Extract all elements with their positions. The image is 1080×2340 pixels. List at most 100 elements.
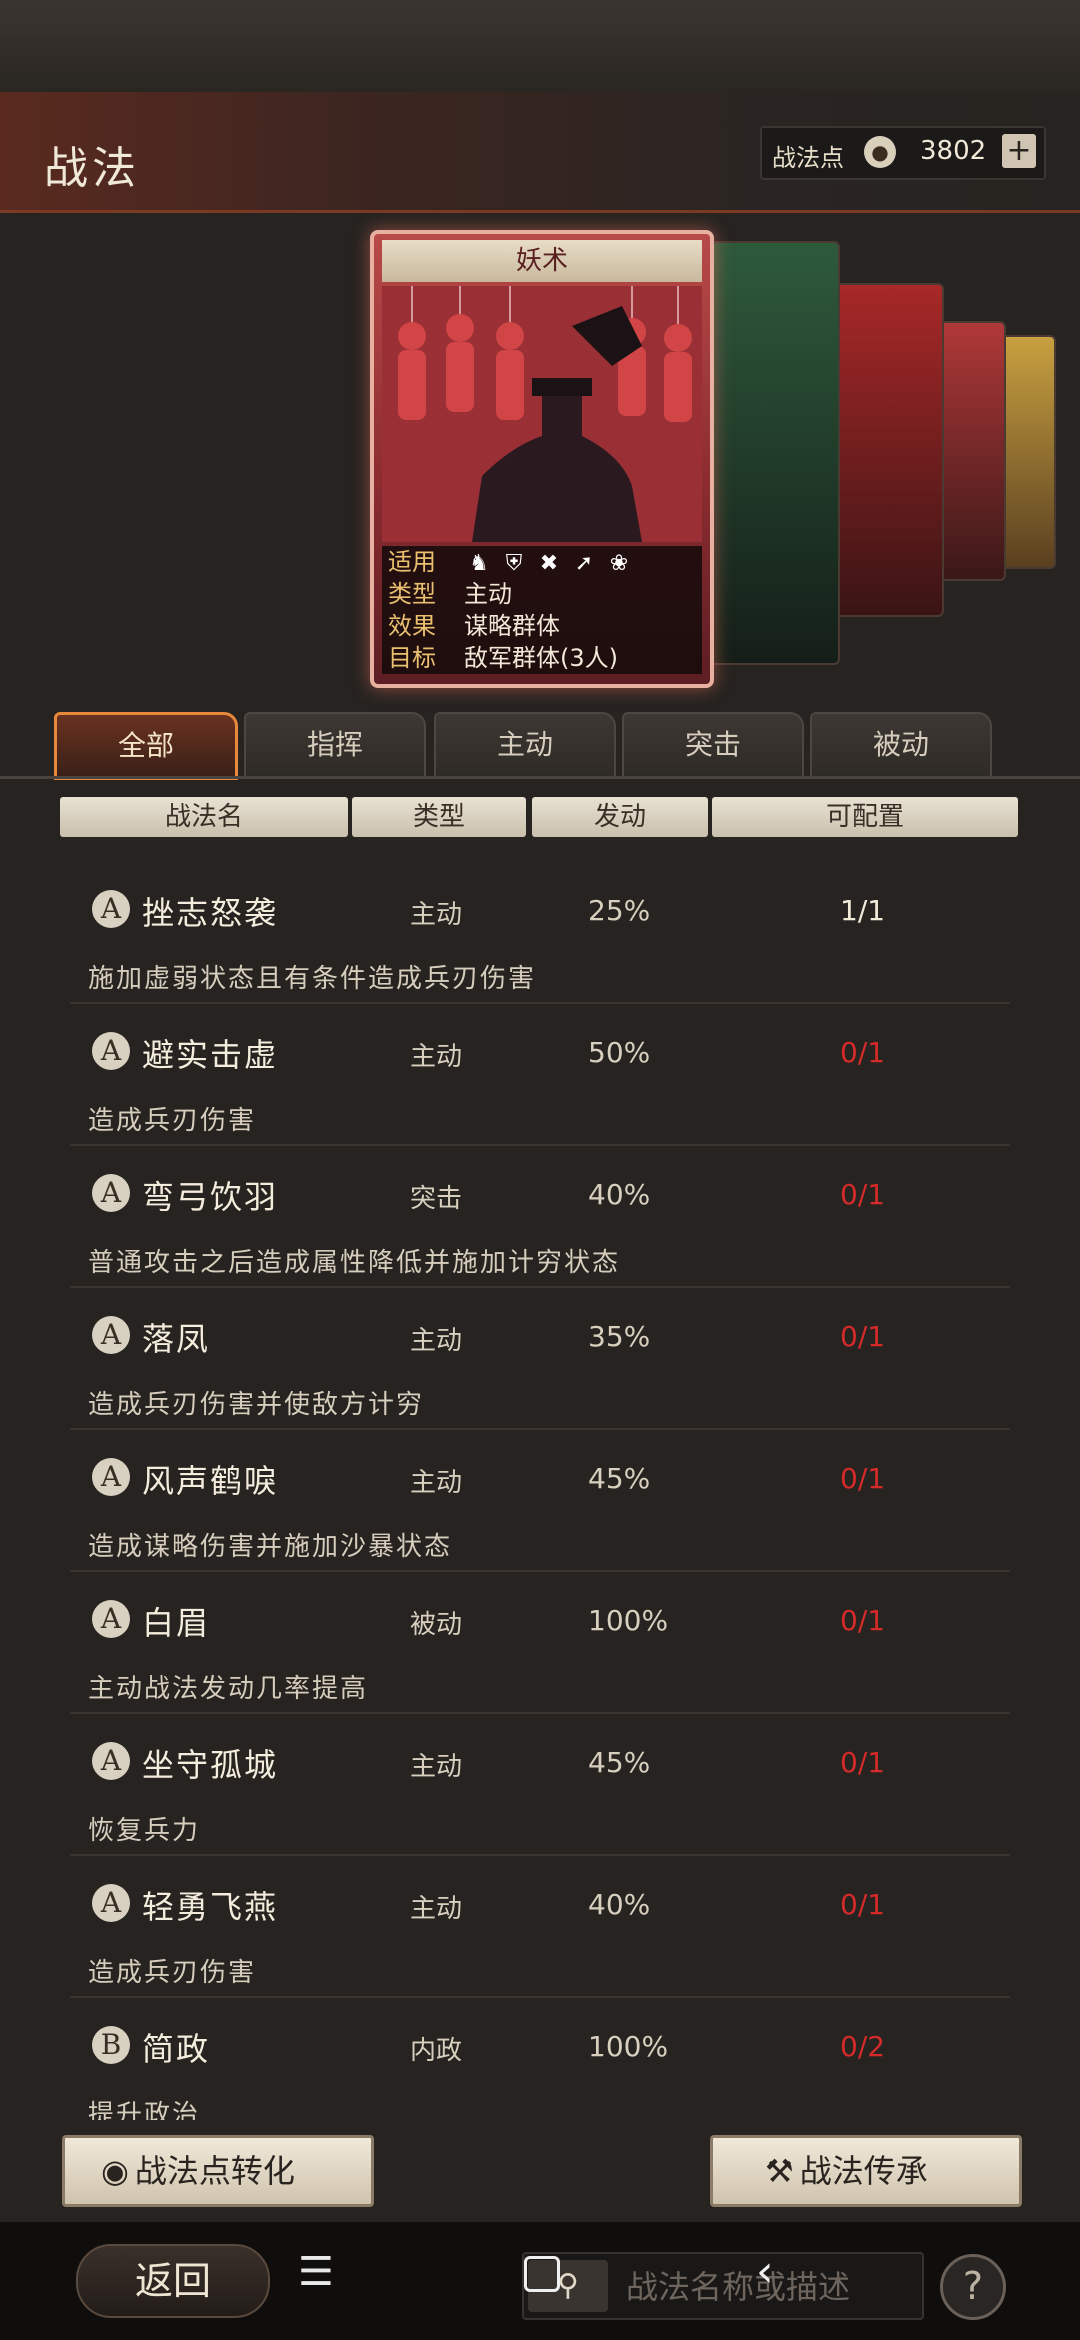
- skill-rate: 100%: [588, 1604, 669, 1637]
- skill-type: 主动: [410, 1468, 463, 1498]
- skill-type: 主动: [410, 1894, 463, 1924]
- skill-row[interactable]: A 挫志怒袭 主动 25% 1/1 施加虚弱状态且有条件造成兵刃伤害: [70, 860, 1010, 1004]
- bottom-bar: 返回 ☰ ⚲ ‹ ?: [0, 2222, 1080, 2340]
- skill-name: 弯弓饮羽: [142, 1178, 279, 1216]
- spear-icon: ➚: [574, 551, 594, 576]
- card-info-row: 效果 谋略群体: [382, 610, 702, 642]
- shield-icon: ⛨: [505, 551, 523, 576]
- recent-apps-icon[interactable]: [524, 2256, 560, 2292]
- inherit-skill-label: 战法传承: [799, 2152, 928, 2190]
- skill-config: 0/1: [840, 1746, 886, 1779]
- skill-config: 0/2: [840, 2030, 886, 2063]
- skill-row[interactable]: A 避实击虚 主动 50% 0/1 造成兵刃伤害: [70, 1002, 1010, 1146]
- skill-points-value: 3802: [920, 136, 987, 166]
- info-key: 目标: [388, 644, 436, 672]
- skill-rate: 40%: [588, 1178, 651, 1211]
- card-artwork: [382, 286, 702, 542]
- skill-rate: 50%: [588, 1036, 651, 1069]
- grade-badge: A: [92, 890, 130, 928]
- skill-type: 被动: [410, 1610, 463, 1640]
- skill-name: 简政: [142, 2030, 211, 2068]
- skill-name: 风声鹤唳: [142, 1462, 279, 1500]
- skill-row[interactable]: A 落凤 主动 35% 0/1 造成兵刃伤害并使敌方计穷: [70, 1286, 1010, 1430]
- skill-config: 0/1: [840, 1036, 886, 1069]
- skill-description: 恢复兵力: [88, 1816, 201, 1846]
- skill-name: 轻勇飞燕: [142, 1888, 279, 1926]
- skill-name: 坐守孤城: [142, 1746, 279, 1784]
- skill-rate: 25%: [588, 894, 651, 927]
- grade-badge: A: [92, 1884, 130, 1922]
- card-info-row: 适用 ♞ ⛨ ✖ ➚ ❀: [382, 546, 702, 578]
- skill-config: 0/1: [840, 1320, 886, 1353]
- inherit-skill-button[interactable]: ⚒ 战法传承: [710, 2135, 1022, 2207]
- wheel-icon: ❀: [609, 551, 629, 576]
- back-button[interactable]: 返回: [76, 2244, 270, 2318]
- column-header-config[interactable]: 可配置: [712, 797, 1018, 837]
- column-header-type[interactable]: 类型: [352, 797, 526, 837]
- skill-config: 0/1: [840, 1462, 886, 1495]
- tab-assault[interactable]: 突击: [622, 712, 804, 778]
- top-decoration: [0, 0, 1080, 92]
- skill-type: 主动: [410, 1042, 463, 1072]
- page-title: 战法: [44, 143, 140, 194]
- grade-badge: A: [92, 1742, 130, 1780]
- grade-badge: A: [92, 1458, 130, 1496]
- header-bar: 战法 战法点 ● 3802 +: [0, 92, 1080, 213]
- cavalry-icon: ♞: [469, 551, 489, 576]
- column-header-name[interactable]: 战法名: [60, 797, 348, 837]
- tab-all[interactable]: 全部: [54, 712, 238, 780]
- skill-description: 造成谋略伤害并施加沙暴状态: [88, 1532, 453, 1562]
- skill-description: 提升政治: [88, 2100, 201, 2120]
- skill-list[interactable]: A 挫志怒袭 主动 25% 1/1 施加虚弱状态且有条件造成兵刃伤害 A 避实击…: [0, 860, 1080, 2120]
- skill-row[interactable]: B 简政 内政 100% 0/2 提升政治: [70, 1996, 1010, 2120]
- skill-name: 避实击虚: [142, 1036, 279, 1074]
- tab-passive[interactable]: 被动: [810, 712, 992, 778]
- skill-name: 落凤: [142, 1320, 211, 1358]
- convert-points-button[interactable]: ◉ 战法点转化: [62, 2135, 374, 2207]
- card-info-panel: 适用 ♞ ⛨ ✖ ➚ ❀ 类型 主动 效果 谋略群体 目标 敌军群体(3人): [382, 546, 702, 674]
- skill-config: 0/1: [840, 1178, 886, 1211]
- chevron-left-icon[interactable]: ‹: [756, 2246, 774, 2297]
- selected-skill-card[interactable]: 妖术 适用 ♞ ⛨ ✖ ➚ ❀ 类型 主动 效果 谋略群体 目标 敌军群体(3人…: [370, 230, 714, 688]
- troop-type-icons: ♞ ⛨ ✖ ➚ ❀: [464, 546, 639, 579]
- card-info-row: 类型 主动: [382, 578, 702, 610]
- tab-active[interactable]: 主动: [434, 712, 616, 778]
- search-box: ⚲: [522, 2252, 924, 2320]
- ink-drop-icon: ●: [864, 136, 896, 168]
- info-key: 适用: [388, 548, 436, 576]
- skill-rate: 40%: [588, 1888, 651, 1921]
- skill-row[interactable]: A 弯弓饮羽 突击 40% 0/1 普通攻击之后造成属性降低并施加计穷状态: [70, 1144, 1010, 1288]
- skill-type: 突击: [410, 1184, 463, 1214]
- grade-badge: A: [92, 1600, 130, 1638]
- column-header-rate[interactable]: 发动: [532, 797, 708, 837]
- skill-row[interactable]: A 轻勇飞燕 主动 40% 0/1 造成兵刃伤害: [70, 1854, 1010, 1998]
- skill-description: 主动战法发动几率提高: [88, 1674, 369, 1704]
- card-title: 妖术: [382, 240, 702, 282]
- skill-row[interactable]: A 风声鹤唳 主动 45% 0/1 造成谋略伤害并施加沙暴状态: [70, 1428, 1010, 1572]
- skill-name: 白眉: [142, 1604, 211, 1642]
- info-value: 敌军群体(3人): [464, 644, 618, 672]
- skill-type: 主动: [410, 1326, 463, 1356]
- skill-rate: 45%: [588, 1462, 651, 1495]
- bow-icon: ✖: [539, 551, 559, 576]
- skill-card-carousel[interactable]: 妖术 适用 ♞ ⛨ ✖ ➚ ❀ 类型 主动 效果 谋略群体 目标 敌军群体(3人…: [370, 225, 1080, 688]
- skill-row[interactable]: A 白眉 被动 100% 0/1 主动战法发动几率提高: [70, 1570, 1010, 1714]
- skill-type: 主动: [410, 900, 463, 930]
- skill-points-label: 战法点: [772, 144, 844, 172]
- skill-config: 0/1: [840, 1604, 886, 1637]
- skill-type: 内政: [410, 2036, 463, 2066]
- skill-rate: 45%: [588, 1746, 651, 1779]
- tab-command[interactable]: 指挥: [244, 712, 426, 778]
- add-points-button[interactable]: +: [1002, 134, 1036, 168]
- hammer-icon: ⚒: [765, 2152, 794, 2190]
- skill-rate: 100%: [588, 2030, 669, 2063]
- skill-rate: 35%: [588, 1320, 651, 1353]
- skill-description: 造成兵刃伤害: [88, 1958, 257, 1988]
- ink-drop-icon: ◉: [101, 2152, 129, 2190]
- grade-badge: B: [92, 2026, 130, 2064]
- menu-icon[interactable]: ☰: [298, 2252, 338, 2292]
- skill-description: 施加虚弱状态且有条件造成兵刃伤害: [88, 964, 537, 994]
- skill-row[interactable]: A 坐守孤城 主动 45% 0/1 恢复兵力: [70, 1712, 1010, 1856]
- grade-badge: A: [92, 1316, 130, 1354]
- help-button[interactable]: ?: [940, 2254, 1006, 2320]
